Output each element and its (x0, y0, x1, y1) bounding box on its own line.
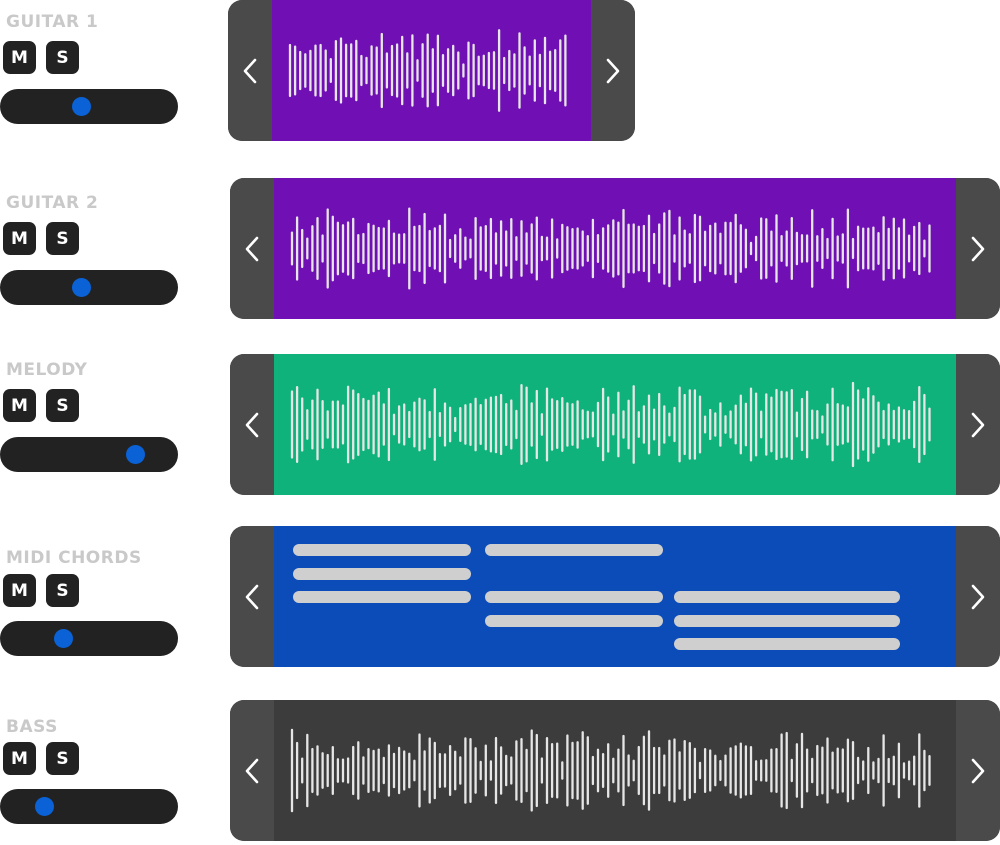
mute-button[interactable]: M (3, 574, 36, 607)
clip-body (274, 178, 956, 319)
chevron-left-icon (245, 236, 259, 261)
clip-body (274, 700, 956, 841)
clip-next-button[interactable] (956, 700, 1000, 841)
clip-prev-button[interactable] (230, 526, 274, 667)
midi-note[interactable] (293, 567, 472, 580)
clip-body (272, 0, 591, 141)
track-name: GUITAR 2 (6, 193, 99, 213)
waveform (290, 381, 931, 468)
solo-button[interactable]: S (46, 222, 79, 255)
midi-note[interactable] (673, 638, 900, 650)
clip-body (274, 354, 956, 495)
track-name: GUITAR 1 (6, 12, 99, 32)
audio-clip[interactable] (230, 354, 1000, 495)
waveform (290, 207, 931, 290)
chevron-left-icon (245, 412, 259, 437)
volume-slider[interactable] (0, 789, 178, 824)
volume-slider[interactable] (0, 89, 178, 124)
chevron-right-icon (971, 412, 985, 437)
track-name: MIDI CHORDS (6, 548, 142, 568)
midi-note[interactable] (484, 591, 664, 603)
mute-button[interactable]: M (3, 742, 36, 775)
midi-note[interactable] (484, 614, 664, 627)
clip-prev-button[interactable] (230, 354, 274, 495)
chevron-right-icon (971, 584, 985, 609)
chevron-right-icon (971, 758, 985, 783)
volume-slider[interactable] (0, 621, 178, 656)
midi-note[interactable] (673, 591, 900, 603)
midi-note[interactable] (673, 614, 900, 627)
volume-knob[interactable] (71, 278, 91, 297)
audio-clip[interactable] (230, 178, 1000, 319)
chevron-left-icon (243, 58, 257, 83)
clip-next-button[interactable] (956, 178, 1000, 319)
midi-note[interactable] (293, 544, 472, 556)
clip-prev-button[interactable] (230, 178, 274, 319)
solo-button[interactable]: S (46, 742, 79, 775)
clip-prev-button[interactable] (228, 0, 272, 141)
clip-next-button[interactable] (956, 354, 1000, 495)
chevron-right-icon (971, 236, 985, 261)
volume-slider[interactable] (0, 270, 178, 305)
volume-knob[interactable] (54, 629, 74, 648)
clip-body (274, 526, 956, 667)
waveform (290, 728, 931, 813)
mute-button[interactable]: M (3, 41, 36, 74)
clip-prev-button[interactable] (230, 700, 274, 841)
chevron-left-icon (245, 584, 259, 609)
mute-button[interactable]: M (3, 389, 36, 422)
track-name: MELODY (6, 360, 88, 380)
clip-next-button[interactable] (956, 526, 1000, 667)
volume-knob[interactable] (34, 797, 54, 816)
mute-button[interactable]: M (3, 222, 36, 255)
volume-knob[interactable] (125, 445, 145, 464)
solo-button[interactable]: S (46, 389, 79, 422)
solo-button[interactable]: S (46, 41, 79, 74)
waveform (288, 29, 567, 112)
midi-note[interactable] (484, 544, 664, 556)
midi-clip[interactable] (230, 526, 1000, 667)
midi-note[interactable] (293, 591, 472, 603)
track-name: BASS (6, 717, 58, 737)
chevron-right-icon (606, 58, 620, 83)
clip-next-button[interactable] (591, 0, 635, 141)
audio-clip[interactable] (230, 700, 1000, 841)
solo-button[interactable]: S (46, 574, 79, 607)
volume-knob[interactable] (71, 97, 91, 116)
chevron-left-icon (245, 758, 259, 783)
volume-slider[interactable] (0, 437, 178, 472)
audio-clip[interactable] (228, 0, 635, 141)
